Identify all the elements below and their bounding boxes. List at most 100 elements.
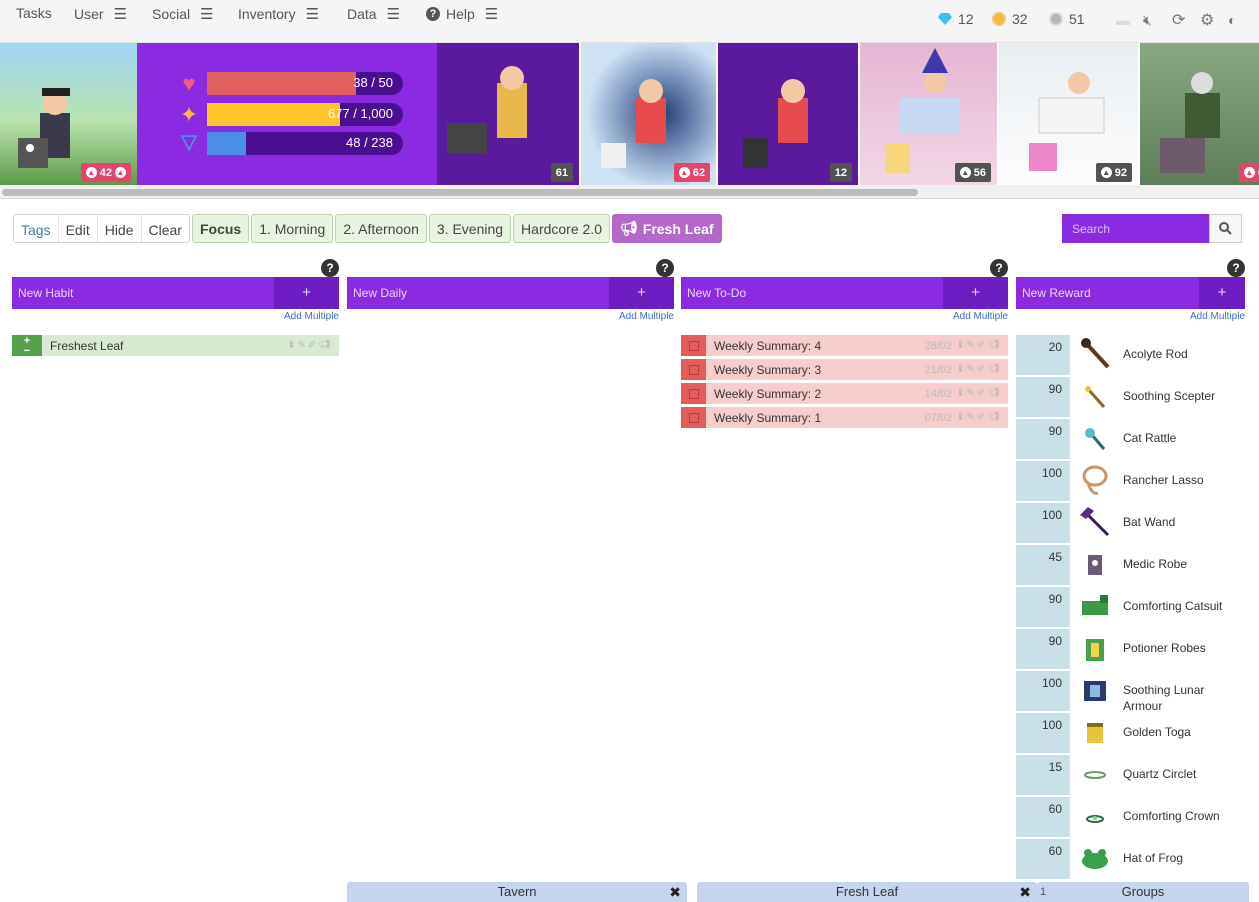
new-daily-input[interactable]: New Daily — [347, 277, 609, 309]
tag-evening[interactable]: 3. Evening — [428, 214, 512, 243]
row-action-icons[interactable]: ⬇✎✐📢︎ — [956, 388, 1008, 399]
search-button[interactable] — [1209, 214, 1242, 243]
party-member-avatar[interactable]: ▲6 — [1140, 43, 1259, 185]
party-member-avatar[interactable]: ▲ 56 — [860, 43, 997, 185]
nav-inventory[interactable]: Inventory ☰ — [238, 5, 319, 23]
nav-social[interactable]: Social ☰ — [152, 5, 214, 23]
add-reward-button[interactable]: + — [1199, 277, 1245, 309]
reward-item[interactable]: 100 Golden Toga — [1016, 713, 1245, 755]
nav-help[interactable]: ? Help ☰ — [426, 5, 498, 23]
search-box — [1062, 214, 1242, 243]
tag-hardcore[interactable]: Hardcore 2.0 — [513, 214, 610, 243]
party-chat-tab[interactable]: Fresh Leaf ✖ — [697, 882, 1037, 902]
row-action-icons[interactable]: ⬇✎✐📢︎ — [956, 340, 1008, 351]
reward-item[interactable]: 90 Soothing Scepter — [1016, 377, 1245, 419]
new-reward-input[interactable]: New Reward — [1016, 277, 1199, 309]
close-icon[interactable]: ✖ — [1019, 882, 1031, 902]
tag-focus[interactable]: Focus — [191, 214, 250, 243]
chat-icon[interactable]: ▬ — [1116, 12, 1130, 28]
help-icon[interactable]: ? — [1227, 259, 1245, 277]
reward-item[interactable]: 20 Acolyte Rod — [1016, 335, 1245, 377]
gear-icon[interactable]: ⚙ — [1200, 10, 1214, 30]
todo-checkbox[interactable] — [681, 335, 706, 356]
gem-counter[interactable]: 12 — [938, 11, 974, 27]
add-todo-button[interactable]: + — [943, 277, 1008, 309]
help-icon[interactable]: ? — [656, 259, 674, 277]
menu-icon[interactable]: ☰ — [485, 5, 498, 23]
rancher-lasso-icon — [1082, 465, 1108, 495]
nav-user[interactable]: User ☰ — [74, 5, 127, 23]
reward-item[interactable]: 60 Comforting Crown — [1016, 797, 1245, 839]
todo-row[interactable]: Weekly Summary: 3 21/02 ⬇✎✐📢︎ — [681, 359, 1008, 380]
row-action-icons[interactable]: ⬇✎✐📢︎ — [956, 364, 1008, 375]
nav-data[interactable]: Data ☰ — [347, 5, 400, 23]
golden-toga-icon — [1087, 723, 1103, 743]
reward-item[interactable]: 90 Comforting Catsuit — [1016, 587, 1245, 629]
tag-fresh-leaf[interactable]: 📢︎ Fresh Leaf — [611, 214, 722, 243]
party-member-avatar[interactable]: ▲ 92 — [999, 43, 1138, 185]
edit-tags-button[interactable]: Edit — [58, 215, 98, 242]
plus-minus-icon[interactable]: + − — [12, 335, 42, 357]
tags-button[interactable]: Tags — [14, 215, 59, 242]
menu-icon[interactable]: ☰ — [114, 5, 127, 23]
header-scrollbar[interactable] — [0, 185, 1259, 199]
reward-item[interactable]: 100 Soothing Lunar Armour — [1016, 671, 1245, 713]
todo-row[interactable]: Weekly Summary: 2 14/02 ⬇✎✐📢︎ — [681, 383, 1008, 404]
todo-checkbox[interactable] — [681, 359, 706, 380]
mute-icon[interactable]: 🔇︎ — [1143, 12, 1152, 29]
add-multiple-link[interactable]: Add Multiple — [619, 311, 674, 322]
reward-item[interactable]: 90 Potioner Robes — [1016, 629, 1245, 671]
soothing-lunar-armour-icon — [1084, 681, 1106, 701]
help-icon[interactable]: ? — [990, 259, 1008, 277]
todo-checkbox[interactable] — [681, 383, 706, 404]
tag-morning[interactable]: 1. Morning — [251, 214, 334, 243]
new-habit-input[interactable]: New Habit — [12, 277, 274, 309]
add-multiple-link[interactable]: Add Multiple — [284, 311, 339, 322]
new-habit-bar: New Habit + — [12, 277, 339, 309]
close-icon[interactable]: ✖ — [669, 882, 681, 902]
todo-row[interactable]: Weekly Summary: 1 07/02 ⬇✎✐📢︎ — [681, 407, 1008, 428]
search-icon — [1219, 222, 1232, 235]
level-up-icon: ▲ — [1243, 167, 1255, 178]
add-daily-button[interactable]: + — [609, 277, 674, 309]
todo-checkbox[interactable] — [681, 407, 706, 428]
clear-tags-button[interactable]: Clear — [141, 215, 189, 242]
gold-counter: 32 — [992, 11, 1028, 27]
party-member-avatar[interactable]: 12 — [718, 43, 858, 185]
add-habit-button[interactable]: + — [274, 277, 339, 309]
groups-chat-tab[interactable]: 1 Groups — [1037, 882, 1249, 902]
row-action-icons[interactable]: ⬇✎✐📢︎ — [287, 340, 339, 351]
new-todo-input[interactable]: New To-Do — [681, 277, 943, 309]
tag-afternoon[interactable]: 2. Afternoon — [335, 214, 427, 243]
sync-icon[interactable]: ⟳ — [1172, 10, 1185, 30]
add-multiple-link[interactable]: Add Multiple — [1190, 311, 1245, 322]
reward-item[interactable]: 45 Medic Robe — [1016, 545, 1245, 587]
hide-tags-button[interactable]: Hide — [97, 215, 142, 242]
row-action-icons[interactable]: ⬇✎✐📢︎ — [956, 412, 1008, 423]
help-icon[interactable]: ? — [321, 259, 339, 277]
add-multiple-link[interactable]: Add Multiple — [953, 311, 1008, 322]
party-member-avatar[interactable]: ▲ 62 — [581, 43, 716, 185]
reward-item[interactable]: 15 Quartz Circlet — [1016, 755, 1245, 797]
todo-row[interactable]: Weekly Summary: 4 28/02 ⬇✎✐📢︎ — [681, 335, 1008, 356]
menu-icon[interactable]: ☰ — [306, 5, 319, 23]
tavern-chat-tab[interactable]: Tavern ✖ — [347, 882, 687, 902]
scrollbar-thumb[interactable] — [2, 189, 918, 196]
party-member-avatar[interactable]: 61 — [437, 43, 579, 185]
user-avatar[interactable]: ▲ 42 ▲ — [0, 43, 137, 185]
health-bar: ♥ 38 / 50 — [177, 72, 437, 95]
reward-item[interactable]: 90 Cat Rattle — [1016, 419, 1245, 461]
toggle-header-icon[interactable]: ◐ — [1228, 12, 1236, 28]
search-input[interactable] — [1062, 214, 1209, 243]
new-daily-bar: New Daily + — [347, 277, 674, 309]
level-badge: 12 — [829, 163, 852, 182]
reward-item[interactable]: 60 Hat of Frog — [1016, 839, 1245, 881]
todo-due-date: 07/02 — [924, 411, 953, 424]
reward-item[interactable]: 100 Rancher Lasso — [1016, 461, 1245, 503]
nav-tasks[interactable]: Tasks — [16, 5, 52, 21]
menu-icon[interactable]: ☰ — [200, 5, 213, 23]
habit-row[interactable]: + − Freshest Leaf ⬇✎✐📢︎ — [12, 335, 339, 357]
mana-bar: 🜄 48 / 238 — [177, 132, 437, 155]
reward-item[interactable]: 100 Bat Wand — [1016, 503, 1245, 545]
menu-icon[interactable]: ☰ — [387, 5, 400, 23]
